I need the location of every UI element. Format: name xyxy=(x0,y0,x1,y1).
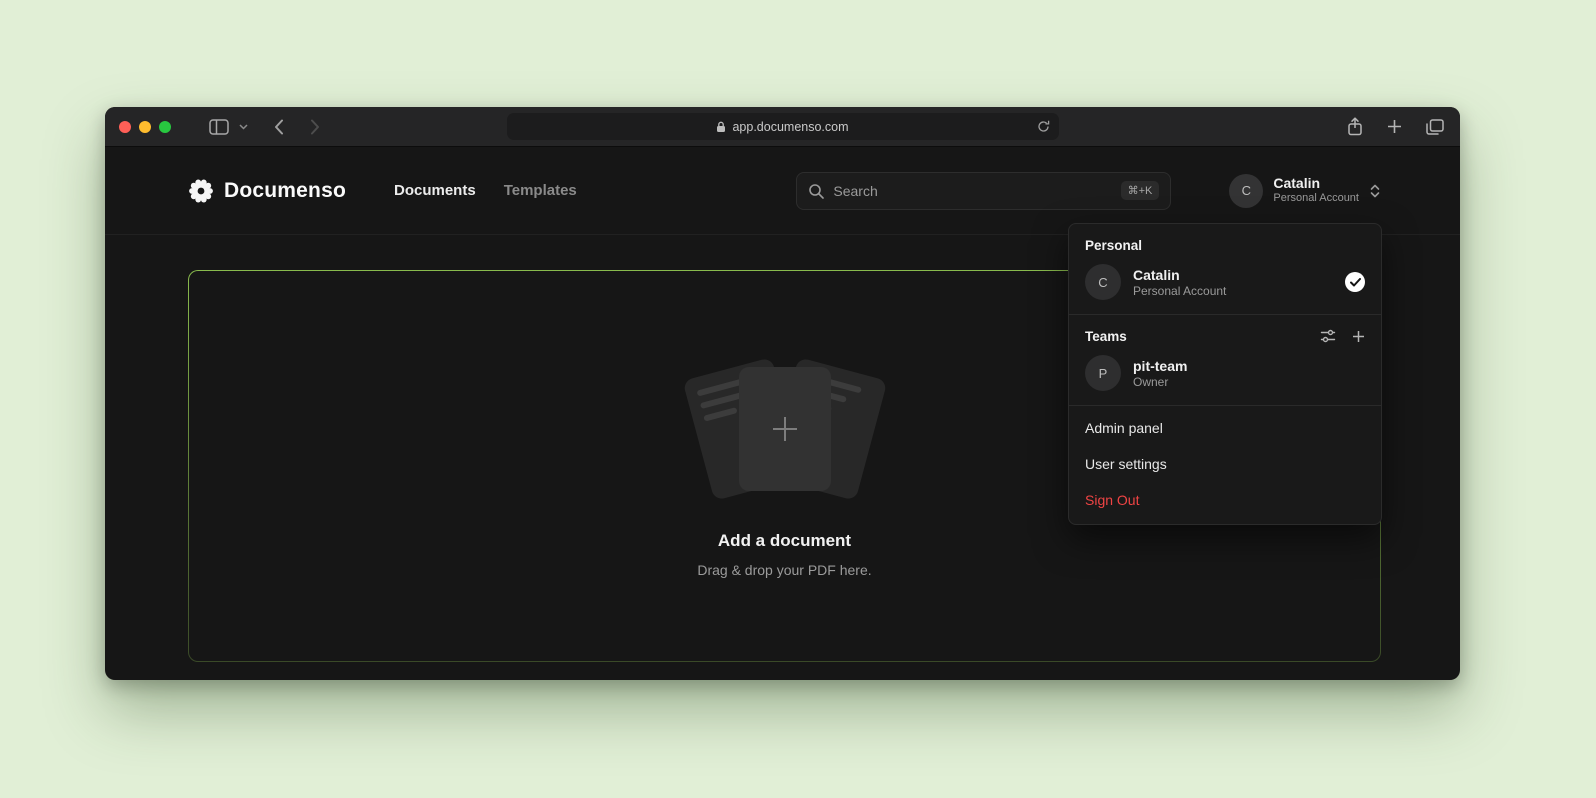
address-bar[interactable]: app.documenso.com xyxy=(507,113,1059,140)
menu-item-user-settings[interactable]: User settings xyxy=(1069,446,1381,482)
forward-arrow-icon xyxy=(310,119,320,135)
search-input[interactable] xyxy=(833,183,1111,199)
browser-toolbar: app.documenso.com xyxy=(105,107,1460,147)
app-header: Documenso Documents Templates ⌘+K C Cata… xyxy=(105,147,1460,235)
new-tab-button[interactable] xyxy=(1387,119,1402,134)
close-window-button[interactable] xyxy=(119,121,131,133)
refresh-button[interactable] xyxy=(1037,120,1050,133)
forward-button[interactable] xyxy=(310,119,320,135)
tab-overview-button[interactable] xyxy=(1426,119,1444,135)
sidebar-toggle-button[interactable] xyxy=(209,119,229,135)
document-cards-illustration xyxy=(670,355,900,505)
add-team-button[interactable] xyxy=(1352,330,1365,343)
chevron-up-down-icon xyxy=(1369,183,1381,199)
share-icon xyxy=(1347,117,1363,136)
account-name: Catalin xyxy=(1273,175,1359,193)
browser-window: app.documenso.com xyxy=(105,107,1460,680)
plus-icon xyxy=(1387,119,1402,134)
team-avatar: P xyxy=(1085,355,1121,391)
account-menu-trigger[interactable]: C Catalin Personal Account xyxy=(1229,174,1381,208)
manage-teams-button[interactable] xyxy=(1320,328,1336,344)
menu-divider xyxy=(1069,314,1381,315)
check-icon xyxy=(1350,278,1361,287)
team-name: pit-team xyxy=(1133,357,1187,375)
personal-name: Catalin xyxy=(1133,266,1226,284)
nav-documents[interactable]: Documents xyxy=(394,182,476,199)
sliders-icon xyxy=(1320,328,1336,344)
account-dropdown-menu: Personal C Catalin Personal Account Team… xyxy=(1068,223,1382,525)
dropzone-subtitle: Drag & drop your PDF here. xyxy=(697,562,871,578)
brand-name: Documenso xyxy=(224,179,346,203)
lock-icon xyxy=(716,121,726,133)
sidebar-dropdown-button[interactable] xyxy=(239,124,248,130)
back-button[interactable] xyxy=(274,119,284,135)
account-subtitle: Personal Account xyxy=(1273,192,1359,206)
menu-item-sign-out[interactable]: Sign Out xyxy=(1069,482,1381,518)
sidebar-icon xyxy=(209,119,229,135)
traffic-lights xyxy=(119,121,171,133)
account-avatar: C xyxy=(1229,174,1263,208)
back-arrow-icon xyxy=(274,119,284,135)
dropzone-title: Add a document xyxy=(718,531,851,551)
nav-templates[interactable]: Templates xyxy=(504,182,577,199)
tabs-icon xyxy=(1426,119,1444,135)
team-role: Owner xyxy=(1133,375,1187,389)
search-bar[interactable]: ⌘+K xyxy=(796,172,1171,210)
personal-subtitle: Personal Account xyxy=(1133,284,1226,298)
brand-logo[interactable]: Documenso xyxy=(188,178,346,204)
selected-check-badge xyxy=(1345,272,1365,292)
search-icon xyxy=(808,183,824,199)
team-item[interactable]: P pit-team Owner xyxy=(1069,348,1381,402)
personal-account-item[interactable]: C Catalin Personal Account xyxy=(1069,257,1381,311)
document-card-front xyxy=(739,367,831,491)
menu-divider xyxy=(1069,405,1381,406)
personal-avatar: C xyxy=(1085,264,1121,300)
add-plus-icon xyxy=(768,412,802,446)
share-button[interactable] xyxy=(1347,117,1363,136)
chevron-down-icon xyxy=(239,124,248,130)
search-shortcut-badge: ⌘+K xyxy=(1121,181,1160,200)
address-url: app.documenso.com xyxy=(732,120,848,134)
menu-item-admin-panel[interactable]: Admin panel xyxy=(1069,410,1381,446)
minimize-window-button[interactable] xyxy=(139,121,151,133)
plus-icon xyxy=(1352,330,1365,343)
teams-section-label: Teams xyxy=(1085,329,1127,344)
main-nav: Documents Templates xyxy=(394,182,577,199)
zoom-window-button[interactable] xyxy=(159,121,171,133)
personal-section-label: Personal xyxy=(1069,228,1381,257)
documenso-logo-icon xyxy=(188,178,214,204)
refresh-icon xyxy=(1037,120,1050,133)
